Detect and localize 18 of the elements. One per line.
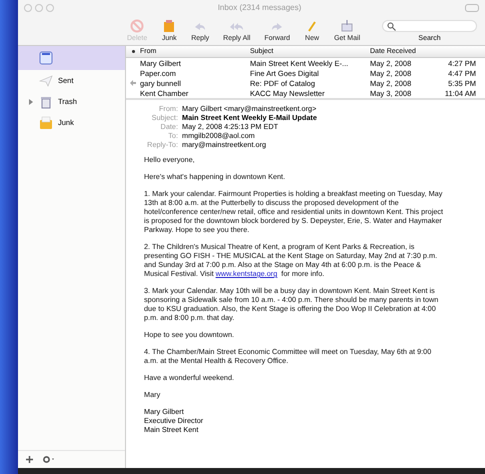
paper-plane-icon xyxy=(39,74,53,88)
search-field[interactable] xyxy=(382,20,477,32)
disclosure-triangle-icon[interactable] xyxy=(28,98,34,104)
sort-dot-icon xyxy=(132,50,134,53)
add-icon[interactable] xyxy=(26,456,33,463)
settings-icon[interactable] xyxy=(43,456,55,463)
sidebar-item[interactable] xyxy=(18,46,125,70)
close-icon[interactable] xyxy=(24,4,32,12)
tray-icon xyxy=(339,19,356,33)
toolbar-toggle-icon[interactable] xyxy=(465,4,479,12)
search-icon xyxy=(387,22,396,30)
junk-icon xyxy=(39,116,53,130)
trash-icon xyxy=(39,94,53,108)
zoom-icon[interactable] xyxy=(46,4,54,12)
window-title: Inbox (2314 messages) xyxy=(216,3,302,12)
inbox-icon xyxy=(39,51,53,65)
minimize-icon[interactable] xyxy=(35,4,43,12)
prohibited-sign-icon xyxy=(129,19,146,33)
